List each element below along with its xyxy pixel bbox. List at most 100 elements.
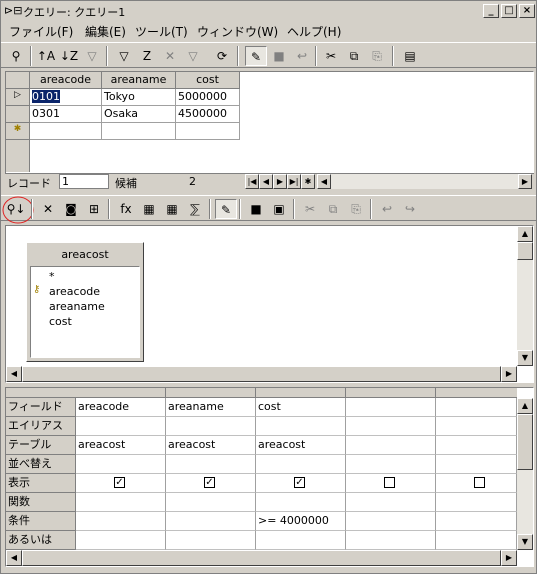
menu-tools[interactable]: ツール(T): [135, 23, 188, 40]
filter-remove-icon[interactable]: ▽: [81, 46, 103, 66]
menu-help[interactable]: ヘルプ(H): [287, 23, 341, 40]
field-item[interactable]: areacode: [49, 285, 100, 298]
table-cell[interactable]: 4500000: [176, 106, 240, 123]
grid-cell-alias[interactable]: [256, 417, 346, 436]
grid-cell-function[interactable]: [256, 493, 346, 512]
top-values-icon[interactable]: ⅀: [184, 199, 206, 219]
close-button[interactable]: ×: [519, 4, 535, 18]
filter-by-form-icon[interactable]: Z: [136, 46, 158, 66]
scroll-left-icon[interactable]: ◀: [317, 174, 331, 189]
grid-cell-alias[interactable]: [436, 417, 517, 436]
grid-cell-table[interactable]: [346, 436, 436, 455]
apply-filter-icon[interactable]: ▽: [182, 46, 204, 66]
table-cell[interactable]: 0101: [30, 89, 102, 106]
sort-ascending-icon[interactable]: ↑A: [35, 46, 57, 66]
last-record-icon[interactable]: ▶|: [287, 174, 301, 189]
scroll-thumb[interactable]: [517, 242, 533, 260]
delete-table-icon[interactable]: ✕: [37, 199, 59, 219]
table-cell[interactable]: 0301: [30, 106, 102, 123]
scroll-down-icon[interactable]: ▼: [517, 534, 533, 550]
edit-mode-icon[interactable]: ✎: [245, 46, 267, 66]
column-header[interactable]: cost: [176, 72, 240, 89]
grid-cell-function[interactable]: [76, 493, 166, 512]
grid-cell-function[interactable]: [166, 493, 256, 512]
scroll-thumb[interactable]: [22, 366, 501, 382]
grid-cell-sort[interactable]: [166, 455, 256, 474]
grid-cell-or[interactable]: [256, 531, 346, 550]
grid-cell-sort[interactable]: [346, 455, 436, 474]
grid-cell-field[interactable]: [346, 398, 436, 417]
grid-cell-criteria[interactable]: [346, 512, 436, 531]
table-cell[interactable]: [176, 123, 240, 140]
scroll-thumb[interactable]: [517, 414, 533, 470]
scroll-thumb[interactable]: [22, 550, 501, 566]
save-icon[interactable]: ■: [268, 46, 290, 66]
grid-cell-table[interactable]: areacost: [256, 436, 346, 455]
field-item[interactable]: cost: [49, 315, 72, 328]
menu-window[interactable]: ウィンドウ(W): [197, 23, 278, 40]
grid-cell-or[interactable]: [436, 531, 517, 550]
table-cell[interactable]: 5000000: [176, 89, 240, 106]
copy-icon[interactable]: ⧉: [343, 46, 365, 66]
grid-cell-field[interactable]: areaname: [166, 398, 256, 417]
grid-cell-or[interactable]: [346, 531, 436, 550]
grid-cell-sort[interactable]: [256, 455, 346, 474]
scroll-left-icon[interactable]: ◀: [6, 366, 22, 382]
grid-cell-field[interactable]: areacode: [76, 398, 166, 417]
field-list-window[interactable]: areacost * ⚷ areacode areaname cost: [26, 242, 144, 362]
cut-icon[interactable]: ✂: [299, 199, 321, 219]
filter-icon[interactable]: ▽: [113, 46, 135, 66]
menu-edit[interactable]: 編集(E): [85, 23, 126, 40]
datasheet-hscrollbar[interactable]: [331, 174, 518, 189]
update-query-icon[interactable]: ▦: [161, 199, 183, 219]
show-checkbox[interactable]: ✓: [204, 477, 215, 488]
grid-cell-table[interactable]: [436, 436, 517, 455]
sort-descending-icon[interactable]: ↓Z: [58, 46, 80, 66]
next-record-icon[interactable]: ▶: [273, 174, 287, 189]
scroll-right-icon[interactable]: ▶: [501, 366, 517, 382]
show-checkbox[interactable]: [384, 477, 395, 488]
grid-cell-criteria[interactable]: [436, 512, 517, 531]
cut-icon[interactable]: ✂: [320, 46, 342, 66]
show-checkbox[interactable]: ✓: [294, 477, 305, 488]
grid-cell-table[interactable]: areacost: [76, 436, 166, 455]
grid-cell-or[interactable]: [76, 531, 166, 550]
scroll-left-icon[interactable]: ◀: [6, 550, 22, 566]
grid-cell-or[interactable]: [166, 531, 256, 550]
grid-cell-field[interactable]: cost: [256, 398, 346, 417]
show-checkbox[interactable]: ✓: [114, 477, 125, 488]
scroll-down-icon[interactable]: ▼: [517, 350, 533, 366]
grid-cell-sort[interactable]: [436, 455, 517, 474]
table-pane-hscrollbar[interactable]: ◀ ▶: [6, 366, 517, 382]
table-cell[interactable]: Tokyo: [102, 89, 176, 106]
undo-icon[interactable]: ↩: [291, 46, 313, 66]
grid-cell-alias[interactable]: [166, 417, 256, 436]
grid-cell-alias[interactable]: [346, 417, 436, 436]
scroll-right-icon[interactable]: ▶: [501, 550, 517, 566]
properties-icon[interactable]: ▤: [399, 46, 421, 66]
grid-cell-criteria[interactable]: [76, 512, 166, 531]
menu-file[interactable]: ファイル(F): [9, 23, 73, 40]
table-cell[interactable]: [102, 123, 176, 140]
add-table-icon[interactable]: ⊞: [83, 199, 105, 219]
scroll-up-icon[interactable]: ▲: [517, 226, 533, 242]
totals-icon[interactable]: fx: [115, 199, 137, 219]
paste-icon[interactable]: ⎘: [345, 199, 367, 219]
grid-cell-function[interactable]: [436, 493, 517, 512]
column-header[interactable]: areaname: [102, 72, 176, 89]
scroll-right-icon[interactable]: ▶: [518, 174, 532, 189]
new-row-icon[interactable]: ✱: [6, 123, 30, 140]
grid-column-selectors[interactable]: [6, 388, 517, 398]
grid-cell-sort[interactable]: [76, 455, 166, 474]
show-checkbox[interactable]: [474, 477, 485, 488]
field-item[interactable]: areaname: [49, 300, 105, 313]
query-type-icon[interactable]: ▦: [138, 199, 160, 219]
design-edit-icon[interactable]: ✎: [215, 199, 237, 219]
column-header[interactable]: areacode: [30, 72, 102, 89]
table-cell[interactable]: [30, 123, 102, 140]
row-selector[interactable]: [6, 106, 30, 123]
grid-cell-alias[interactable]: [76, 417, 166, 436]
current-row-icon[interactable]: ▷: [6, 89, 30, 106]
find-icon[interactable]: ⚲: [5, 46, 27, 66]
filter-clear-icon[interactable]: ✕: [159, 46, 181, 66]
